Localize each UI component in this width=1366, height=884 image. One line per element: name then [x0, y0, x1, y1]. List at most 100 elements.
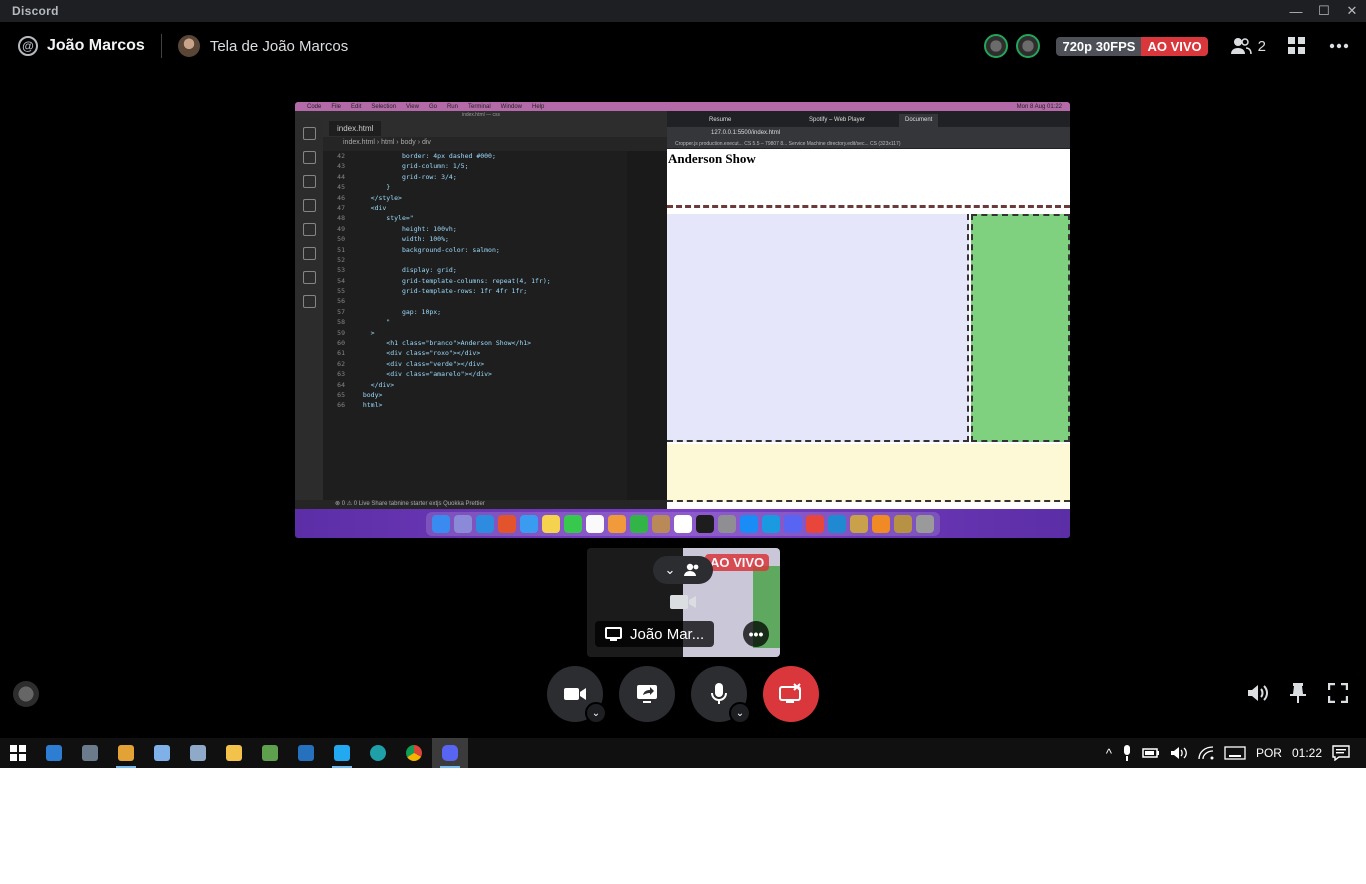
- stream-thumbnail[interactable]: AO VIVO ⌄ João Mar... •••: [587, 548, 780, 657]
- menu-item: Window: [500, 103, 523, 110]
- taskbar-app-chrome[interactable]: [396, 738, 432, 768]
- system-tray: ^ POR 01:22: [1106, 738, 1366, 768]
- edge-icon: [370, 745, 386, 761]
- line-number: 42: [337, 152, 345, 160]
- editor-tab: index.html: [329, 121, 382, 136]
- code-line: 56: [323, 296, 627, 306]
- code-line: 49 height: 100vh;: [323, 224, 627, 234]
- address-bar: 127.0.0.1:5500/index.html: [667, 127, 1070, 139]
- more-options-icon[interactable]: [1328, 35, 1350, 57]
- speaker-icon[interactable]: [1170, 746, 1188, 760]
- photos-icon: [190, 745, 206, 761]
- folder-icon: [226, 745, 242, 761]
- stream-quality-badge: 720p 30FPS: [1056, 36, 1142, 56]
- taskbar-app-discord[interactable]: [432, 738, 468, 768]
- vlc-icon: [871, 514, 890, 533]
- volume-button[interactable]: [1246, 681, 1270, 705]
- code-text: </div>: [355, 380, 395, 389]
- microphone-button[interactable]: ⌄: [691, 666, 751, 724]
- taskbar-app-vscode[interactable]: [324, 738, 360, 768]
- line-number: 58: [337, 318, 345, 327]
- participants-button[interactable]: 2: [1230, 37, 1266, 55]
- code-line: 43 grid-column: 1/5;: [323, 161, 627, 171]
- notifications-icon[interactable]: [1332, 745, 1350, 761]
- input-language[interactable]: POR: [1256, 746, 1282, 760]
- share-screen-button[interactable]: [619, 666, 675, 722]
- code-line: 54 grid-template-columns: repeat(4, 1fr)…: [323, 276, 627, 286]
- calendar-icon: [585, 514, 604, 533]
- battery-icon[interactable]: [1142, 747, 1160, 759]
- thumbnail-name-tag: João Mar...: [595, 621, 715, 647]
- code-text: width: 100%;: [355, 235, 449, 244]
- stop-stream-button[interactable]: [763, 666, 819, 722]
- taskbar-app-edge[interactable]: [360, 738, 396, 768]
- code-line: 53 display: grid;: [323, 265, 627, 275]
- pin-icon: [1290, 683, 1306, 703]
- maximize-button[interactable]: ☐: [1310, 0, 1338, 22]
- grid-layout-icon[interactable]: [1286, 35, 1308, 57]
- wifi-icon[interactable]: [1198, 746, 1214, 760]
- brave-icon: [497, 514, 516, 533]
- microphone-icon[interactable]: [1122, 745, 1132, 761]
- taskbar-app-notepad[interactable]: [144, 738, 180, 768]
- menu-item: Edit: [351, 103, 362, 110]
- paint-icon: [118, 745, 134, 761]
- start-button[interactable]: [0, 738, 36, 768]
- vscode-status-bar: ⊗ 0 ⚠ 0 Live Share tabnine starter extjs…: [295, 500, 667, 509]
- thumbnail-more-button[interactable]: •••: [743, 621, 769, 647]
- menu-item: Terminal: [467, 103, 491, 110]
- line-number: 61: [337, 349, 345, 358]
- powershell-icon: [298, 745, 314, 761]
- vscode-icon: [334, 745, 350, 761]
- minimize-button[interactable]: —: [1282, 0, 1310, 22]
- activity-bar: [295, 119, 323, 509]
- menu-item: Go: [428, 103, 437, 110]
- code-text: <div class="verde"></div>: [355, 359, 485, 368]
- code-line: 50 width: 100%;: [323, 234, 627, 244]
- app-title: Discord: [12, 4, 59, 18]
- taskbar-app-taskview[interactable]: [36, 738, 72, 768]
- line-number: 65: [337, 390, 345, 399]
- self-avatar[interactable]: [13, 681, 39, 707]
- dm-user-name: João Marcos: [47, 37, 145, 54]
- menu-item: View: [406, 103, 419, 110]
- notes-icon: [541, 514, 560, 533]
- facetime-icon: [629, 514, 648, 533]
- participant-avatar[interactable]: [1016, 34, 1041, 58]
- camera-options-button[interactable]: ⌄: [585, 702, 607, 724]
- taskbar-app-powershell[interactable]: [288, 738, 324, 768]
- taskbar-app-calculator[interactable]: [72, 738, 108, 768]
- stop-screen-share-icon: [779, 683, 801, 703]
- code-editor: 42 border: 4px dashed #000; 43 grid-colum…: [323, 151, 627, 501]
- participant-avatar[interactable]: [984, 34, 1009, 58]
- taskbar-app-photos[interactable]: [180, 738, 216, 768]
- camera-button[interactable]: ⌄: [547, 666, 607, 724]
- docker-icon: [302, 271, 316, 284]
- code-text: >: [355, 328, 375, 337]
- keyboard-icon[interactable]: [1224, 746, 1246, 760]
- line-number: 46: [337, 193, 345, 202]
- code-text: <div class="amarelo"></div>: [355, 370, 492, 379]
- shared-screen[interactable]: Code File Edit Selection View Go Run Ter…: [295, 102, 1070, 538]
- taskbar-app-paint[interactable]: [108, 738, 144, 768]
- taskbar-app-nodejs[interactable]: [252, 738, 288, 768]
- code-line: 60 <h1 class="branco">Anderson Show</h1>: [323, 338, 627, 348]
- pop-out-button[interactable]: [1286, 681, 1310, 705]
- video-camera-icon: [669, 592, 697, 612]
- code-text: style=": [355, 214, 414, 223]
- settings-icon: [717, 514, 736, 533]
- taskbar-app-explorer[interactable]: [216, 738, 252, 768]
- photos-icon: [607, 514, 626, 533]
- header-divider: [160, 34, 162, 58]
- fullscreen-button[interactable]: [1326, 681, 1350, 705]
- close-button[interactable]: ✕: [1338, 0, 1366, 22]
- participants-popout-button[interactable]: ⌄: [653, 556, 713, 584]
- grid-box-green: [971, 214, 1070, 442]
- clock[interactable]: 01:22: [1292, 746, 1322, 760]
- people-icon: [1230, 38, 1252, 55]
- editor-tabs: index.html: [323, 119, 667, 137]
- browser-tab: Resume: [709, 117, 732, 123]
- microphone-options-button[interactable]: ⌄: [729, 702, 751, 724]
- line-number: 48: [337, 214, 345, 223]
- chevron-up-icon[interactable]: ^: [1106, 746, 1112, 761]
